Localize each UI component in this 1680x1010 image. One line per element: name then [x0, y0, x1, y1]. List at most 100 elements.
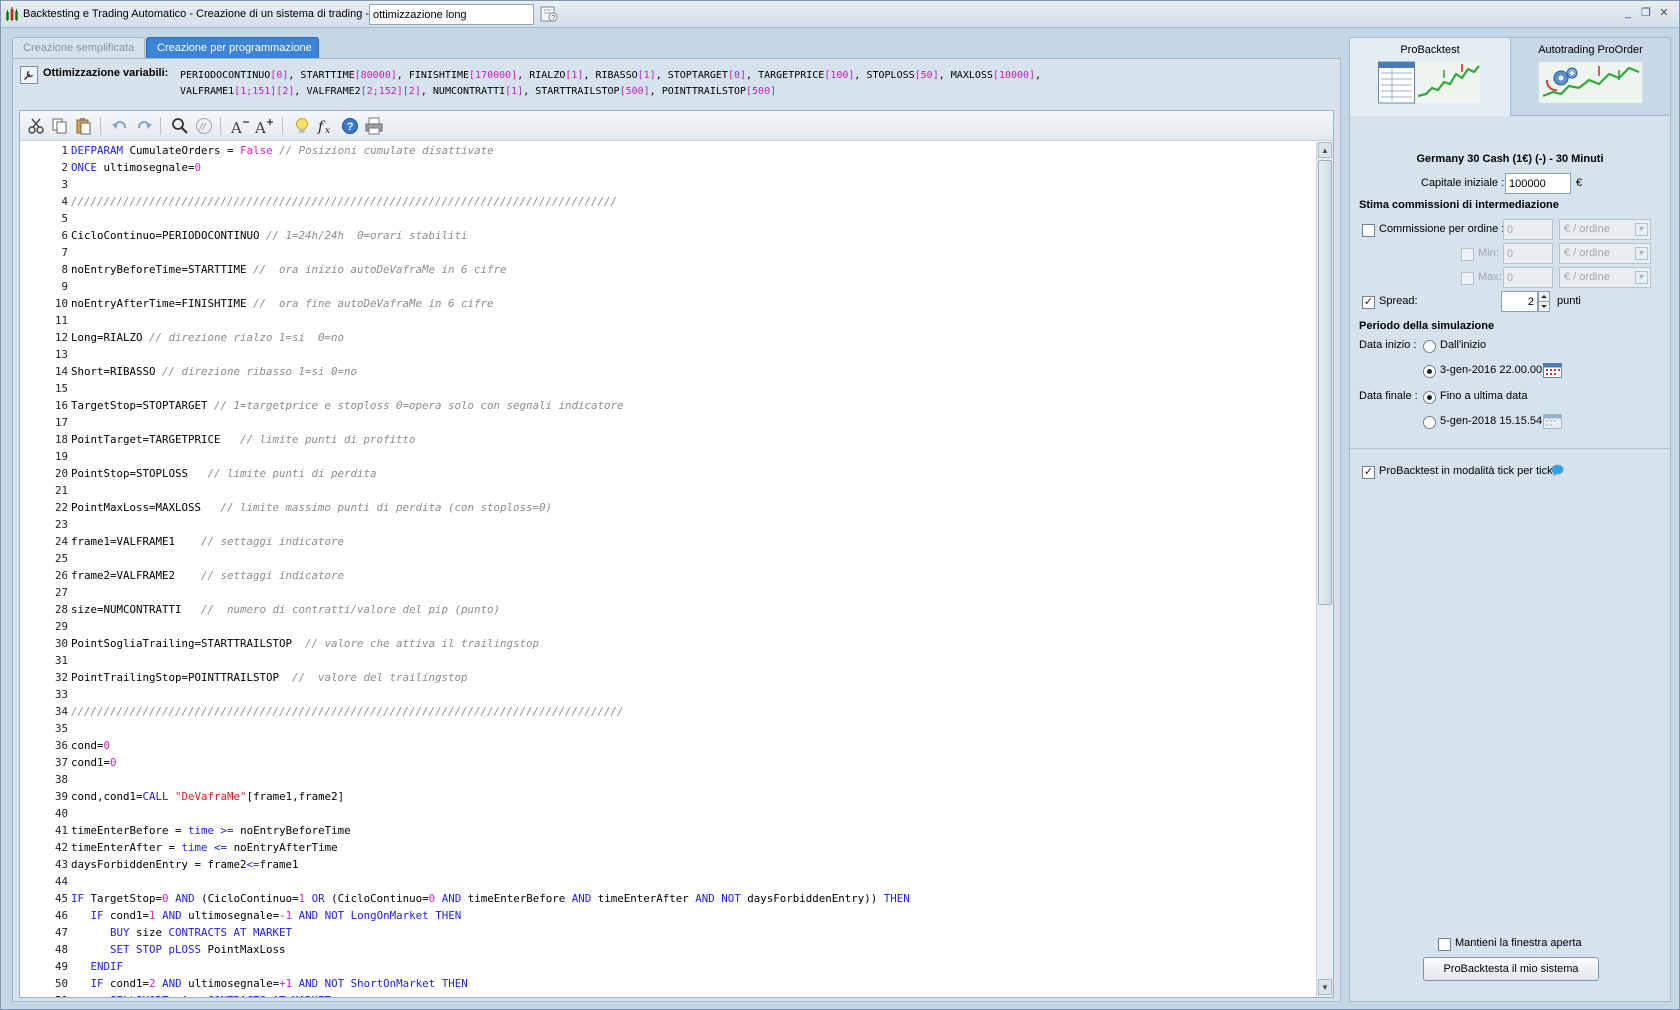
max-checkbox[interactable]	[1461, 272, 1474, 285]
code-keyword: ENDIF	[90, 960, 124, 973]
code-line: 30 PointSogliaTrailing=STARTTRAILSTOP // …	[20, 635, 539, 652]
optimization-variable-name: PERIODOCONTINUO	[180, 70, 271, 81]
end-last-date-radio[interactable]	[1423, 391, 1436, 404]
line-number: 36	[54, 739, 68, 752]
code-comment: // ora fine autoDeVafraMe in 6 cifre	[253, 297, 494, 310]
min-checkbox[interactable]	[1461, 248, 1474, 261]
line-number: 37	[54, 756, 68, 769]
spread-stepper[interactable]	[1538, 291, 1550, 312]
code-line: 48 SET STOP pLOSS PointMaxLoss	[20, 941, 286, 958]
optimization-variable-name: STARTTRAILSTOP	[535, 86, 620, 97]
code-keyword: AND NOT	[695, 892, 741, 905]
tick-by-tick-label: ProBacktest in modalità tick per tick	[1379, 465, 1553, 477]
scroll-down-arrow[interactable]: ▼	[1318, 979, 1332, 995]
calendar-icon[interactable]	[1543, 412, 1562, 429]
code-line: 13	[20, 346, 71, 363]
toolbar-separator	[160, 117, 161, 135]
optimization-variable-name: TARGETPRICE	[758, 70, 825, 81]
code-text: timeEnterAfter =	[71, 841, 182, 854]
line-number: 47	[54, 926, 68, 939]
scrollbar-thumb[interactable]	[1318, 160, 1332, 605]
restore-button[interactable]: ❐	[1639, 7, 1653, 19]
optimization-variable-name: POINTTRAILSTOP	[661, 86, 747, 97]
tab-probacktest[interactable]: ProBacktest	[1350, 38, 1511, 116]
code-line: 14 Short=RIBASSO // direzione ribasso 1=s…	[20, 363, 357, 380]
editor-panel: Creazione semplificata Creazione per pro…	[12, 37, 1341, 1002]
keep-window-open-checkbox[interactable]	[1438, 938, 1451, 951]
capital-input[interactable]	[1505, 173, 1571, 194]
start-from-beginning-label: Dall'inizio	[1440, 339, 1487, 351]
calendar-icon[interactable]	[1543, 361, 1562, 378]
end-date-radio[interactable]	[1423, 416, 1436, 429]
optimization-variable-name: FINISHTIME	[408, 70, 470, 81]
system-name-input[interactable]	[369, 4, 534, 25]
tick-by-tick-checkbox[interactable]: ✓	[1362, 466, 1375, 479]
help-icon[interactable]: ?	[340, 117, 360, 135]
cut-icon[interactable]	[26, 117, 46, 135]
spread-input[interactable]	[1501, 291, 1538, 312]
code-comment: // Posizioni cumulate disattivate	[279, 144, 494, 157]
line-number: 41	[54, 824, 68, 837]
wrench-icon[interactable]	[20, 66, 38, 84]
increase-font-icon[interactable]: A	[254, 117, 274, 135]
code-number: +1	[279, 977, 293, 990]
code-line: 43 daysForbiddenEntry = frame2<=frame1	[20, 856, 299, 873]
function-icon[interactable]: f x	[316, 117, 336, 135]
spread-checkbox[interactable]: ✓	[1362, 296, 1375, 309]
optimization-variable-value: [1]	[637, 70, 656, 81]
tab-autotrading-proorder[interactable]: Autotrading ProOrder	[1511, 38, 1670, 116]
code-line: 47 BUY size CONTRACTS AT MARKET	[20, 924, 292, 941]
chevron-down-icon: ▼	[1635, 271, 1648, 284]
line-number: 31	[54, 654, 68, 667]
min-input[interactable]	[1503, 243, 1553, 264]
commission-checkbox[interactable]	[1362, 224, 1375, 237]
svg-text://: //	[199, 123, 207, 133]
code-keyword: SET STOP pLOSS	[110, 943, 202, 956]
start-date-radio[interactable]	[1423, 365, 1436, 378]
code-keyword: CONTRACTS AT MARKET	[168, 926, 293, 939]
copy-icon[interactable]	[50, 117, 70, 135]
optimization-variable-name: MAXLOSS	[950, 70, 993, 81]
tab-simplified-creation[interactable]: Creazione semplificata	[12, 37, 145, 58]
optimization-variable-value: [0]	[727, 70, 747, 81]
max-input[interactable]	[1503, 267, 1553, 288]
minimize-button[interactable]: _	[1621, 7, 1635, 19]
search-icon[interactable]	[170, 117, 190, 135]
start-from-beginning-radio[interactable]	[1423, 340, 1436, 353]
optimization-variable-value: [1]	[565, 70, 584, 81]
code-text: (CicloContinuo=	[324, 892, 429, 905]
run-backtest-button[interactable]: ProBacktesta il mio sistema	[1423, 957, 1599, 981]
vertical-scrollbar[interactable]: ▲ ▼	[1316, 142, 1333, 997]
decrease-font-icon[interactable]: A	[230, 117, 250, 135]
help-book-icon[interactable]: ?	[540, 6, 558, 22]
comment-icon[interactable]: //	[194, 117, 214, 135]
code-line: 21	[20, 482, 71, 499]
code-text: noEntryBeforeTime=STARTTIME	[71, 263, 254, 276]
max-unit-select[interactable]: € / ordine ▼	[1559, 267, 1651, 288]
code-text-area[interactable]: 1 DEFPARAM CumulateOrders = False // Posi…	[20, 142, 1316, 997]
commission-unit-select[interactable]: € / ordine ▼	[1559, 219, 1651, 240]
code-keyword: THEN	[435, 909, 462, 922]
line-number: 10	[54, 297, 68, 310]
lightbulb-icon[interactable]	[292, 117, 312, 135]
tab-programming-creation[interactable]: Creazione per programmazione	[146, 37, 319, 58]
code-line: 51 SELLSHORT size CONTRACTS AT MARKET	[20, 992, 331, 997]
print-icon[interactable]	[364, 117, 384, 135]
code-text: ultimosegnale=	[97, 161, 195, 174]
line-number: 14	[54, 365, 68, 378]
paste-icon[interactable]	[74, 117, 94, 135]
close-button[interactable]: ✕	[1657, 7, 1671, 19]
code-line: 35	[20, 720, 71, 737]
optimization-variables[interactable]: PERIODOCONTINUO[0], STARTTIME[80000], FI…	[180, 68, 1330, 100]
optimization-variable-value: [50]	[914, 70, 939, 81]
code-text: TargetStop=STOPTARGET	[71, 399, 215, 412]
code-keyword: DEFPARAM	[71, 144, 124, 157]
undo-icon[interactable]	[110, 117, 130, 135]
commission-input[interactable]	[1503, 219, 1553, 240]
code-text: PointMaxLoss	[201, 943, 286, 956]
optimization-variable-value: [2;152][2]	[360, 86, 421, 97]
min-unit-select[interactable]: € / ordine ▼	[1559, 243, 1651, 264]
scroll-up-arrow[interactable]: ▲	[1318, 142, 1332, 158]
info-bubble-icon[interactable]	[1551, 464, 1564, 476]
redo-icon[interactable]	[134, 117, 154, 135]
